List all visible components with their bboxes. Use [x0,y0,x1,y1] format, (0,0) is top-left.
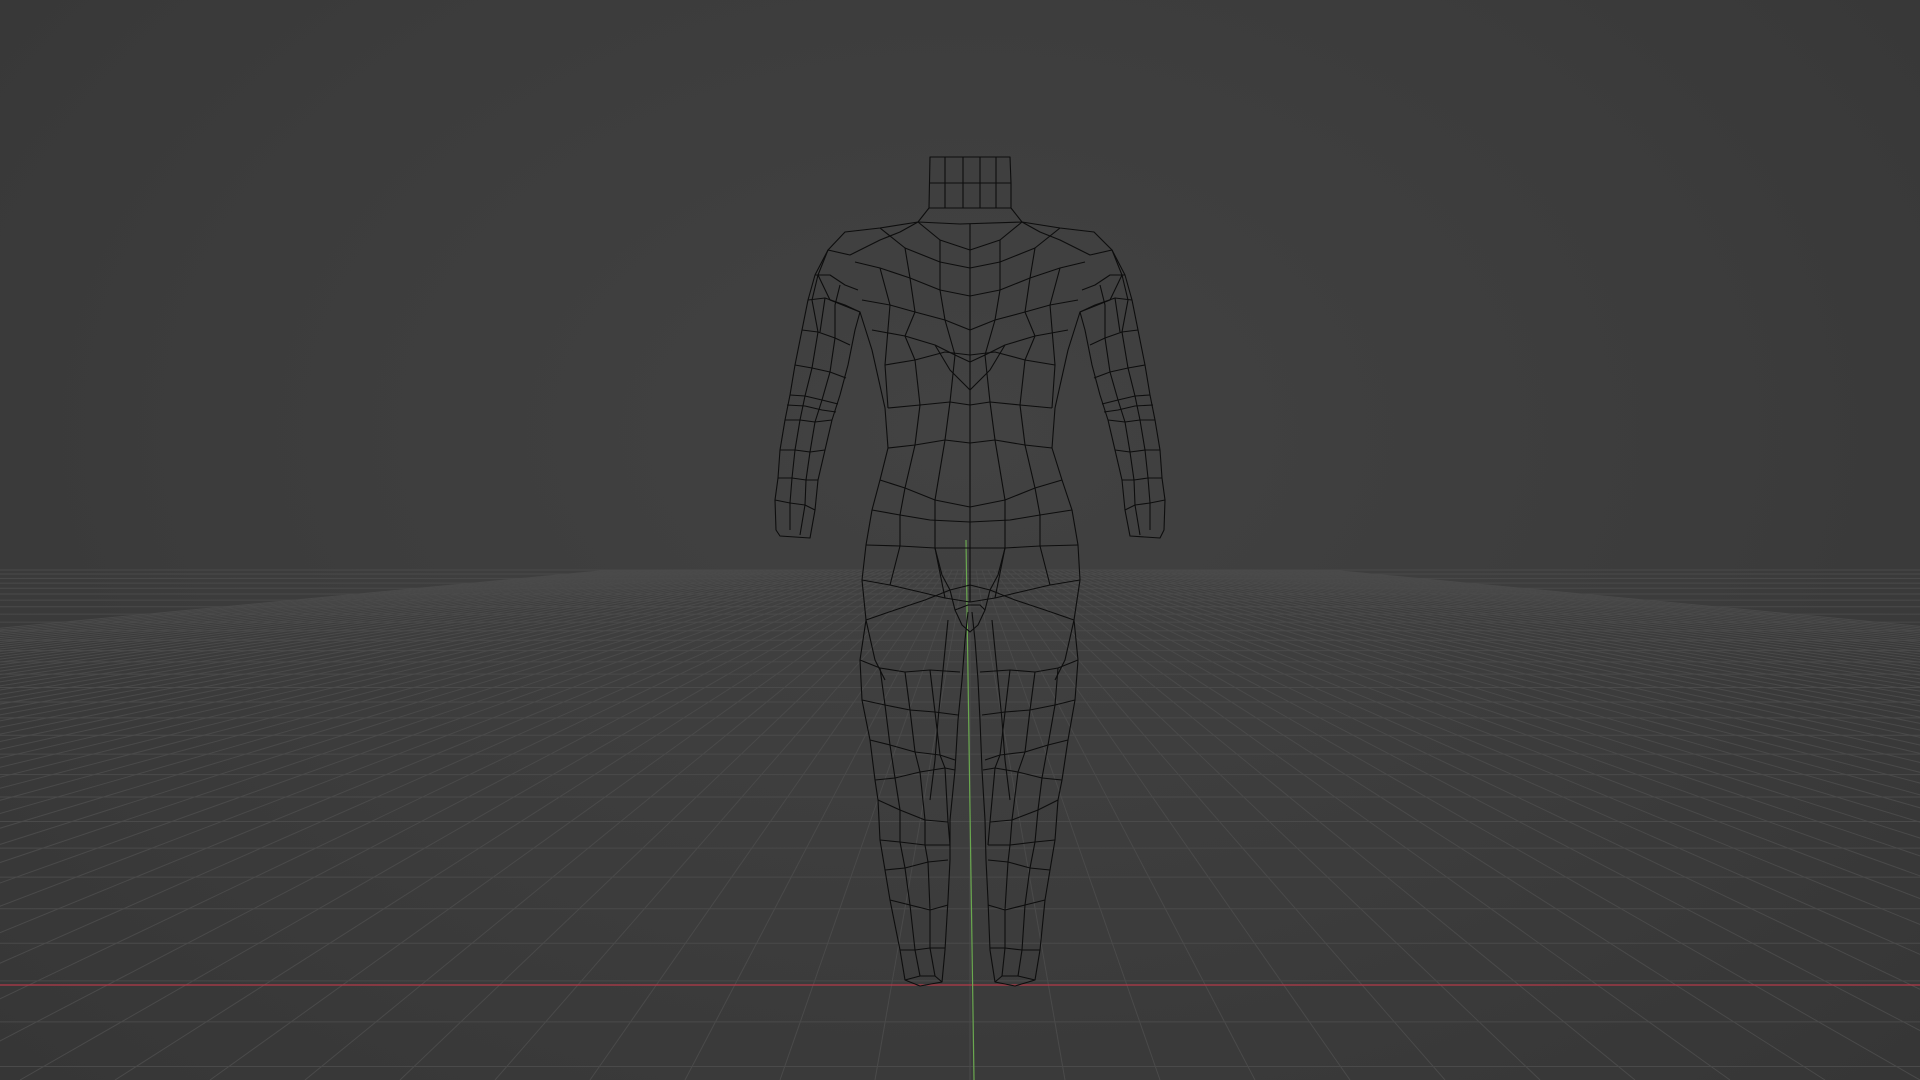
grid-line [0,569,833,778]
grid-line [0,569,875,884]
grid-line [874,569,965,1080]
grid-line [1083,569,1920,823]
grid-line [0,569,863,845]
floor-grid [0,569,1920,1080]
grid-line [684,569,953,1080]
grid-line [0,569,887,934]
grid-line [1209,569,1920,673]
grid-line [1017,569,1731,1080]
grid-line [209,569,923,1080]
grid-line [987,569,1256,1080]
grid-line [1041,569,1920,990]
grid-line [0,569,851,815]
right-arm-mesh [1079,249,1166,539]
grid-line [399,569,935,1080]
grid-line [304,569,929,1080]
grid-line [1005,569,1541,1080]
grid-line [0,569,827,768]
grid-line [1227,569,1920,663]
grid-line [779,569,959,1080]
grid-line [0,569,839,789]
grid-line [1011,569,1636,1080]
grid-line [0,569,713,666]
neck-mesh [917,156,1023,225]
grid-line [1191,569,1920,684]
grid-line [0,569,719,669]
grid-line [1047,569,1920,955]
grid-line [1197,569,1920,680]
grid-line [1071,569,1920,857]
grid-line [981,569,1161,1080]
grid-line [1059,569,1920,900]
grid-line [0,569,725,672]
grid-line [0,569,611,629]
viewport-canvas[interactable] [0,0,1920,1080]
3d-viewport[interactable] [0,0,1920,1080]
grid-line [589,569,947,1080]
left-leg-mesh [859,611,969,987]
grid-line [1077,569,1920,839]
grid-line [1095,569,1920,796]
left-arm-mesh [774,249,861,539]
grid-line [1203,569,1920,676]
grid-line [993,569,1351,1080]
grid-line [0,569,881,907]
grid-line [0,569,695,657]
grid-line [1173,569,1920,697]
grid-line [0,569,761,695]
